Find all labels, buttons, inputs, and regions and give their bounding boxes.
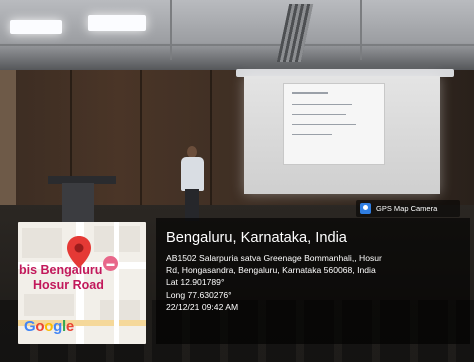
ceiling-light (88, 15, 146, 31)
slide-text-line (292, 104, 352, 105)
map-place-label: Hosur Road (33, 278, 104, 292)
address-line-2: Rd, Hongasandra, Bengaluru, Karnataka 56… (166, 265, 376, 276)
projected-slide (283, 83, 385, 165)
ceiling-light (10, 20, 62, 34)
slide-text-line (292, 134, 332, 135)
latitude: Lat 12.901789° (166, 277, 225, 288)
wall-panel-line (140, 70, 142, 220)
hotel-bed-icon: ▬ (103, 256, 118, 271)
google-letter: g (53, 318, 62, 335)
gps-map-camera-icon (360, 203, 371, 214)
ceiling-grid (0, 44, 474, 46)
slide-text-line (292, 124, 356, 125)
presenter-legs (185, 189, 199, 221)
gps-badge-label: GPS Map Camera (376, 204, 438, 213)
slide-text-line (292, 114, 346, 115)
google-letter: o (35, 318, 45, 335)
address-line-1: AB1502 Salarpuria satva Greenage Bommanh… (166, 253, 382, 263)
location-details: AB1502 Salarpuria satva Greenage Bommanh… (166, 252, 382, 313)
slide-text-line (292, 92, 328, 94)
wall-panel-line (210, 70, 212, 220)
presenter-body (181, 157, 204, 191)
map-block (22, 228, 62, 258)
datetime: 22/12/21 09:42 AM (166, 301, 239, 312)
gps-map-camera-badge: GPS Map Camera (356, 200, 460, 217)
ceiling-grid (170, 0, 172, 60)
map-pin-icon (67, 236, 91, 268)
google-logo: Google (24, 318, 74, 335)
google-letter: G (24, 318, 36, 335)
map-block (24, 294, 74, 316)
map-road (114, 222, 119, 344)
ceiling (0, 0, 474, 70)
location-city: Bengaluru, Karnataka, India (166, 230, 347, 246)
ceiling-grid (360, 0, 362, 60)
google-letter: o (44, 318, 54, 335)
google-letter: e (65, 318, 74, 335)
photo-scene: GPS Map Camera Bengaluru, Karnataka, Ind… (0, 0, 474, 362)
longitude: Long 77.630276° (166, 289, 232, 300)
